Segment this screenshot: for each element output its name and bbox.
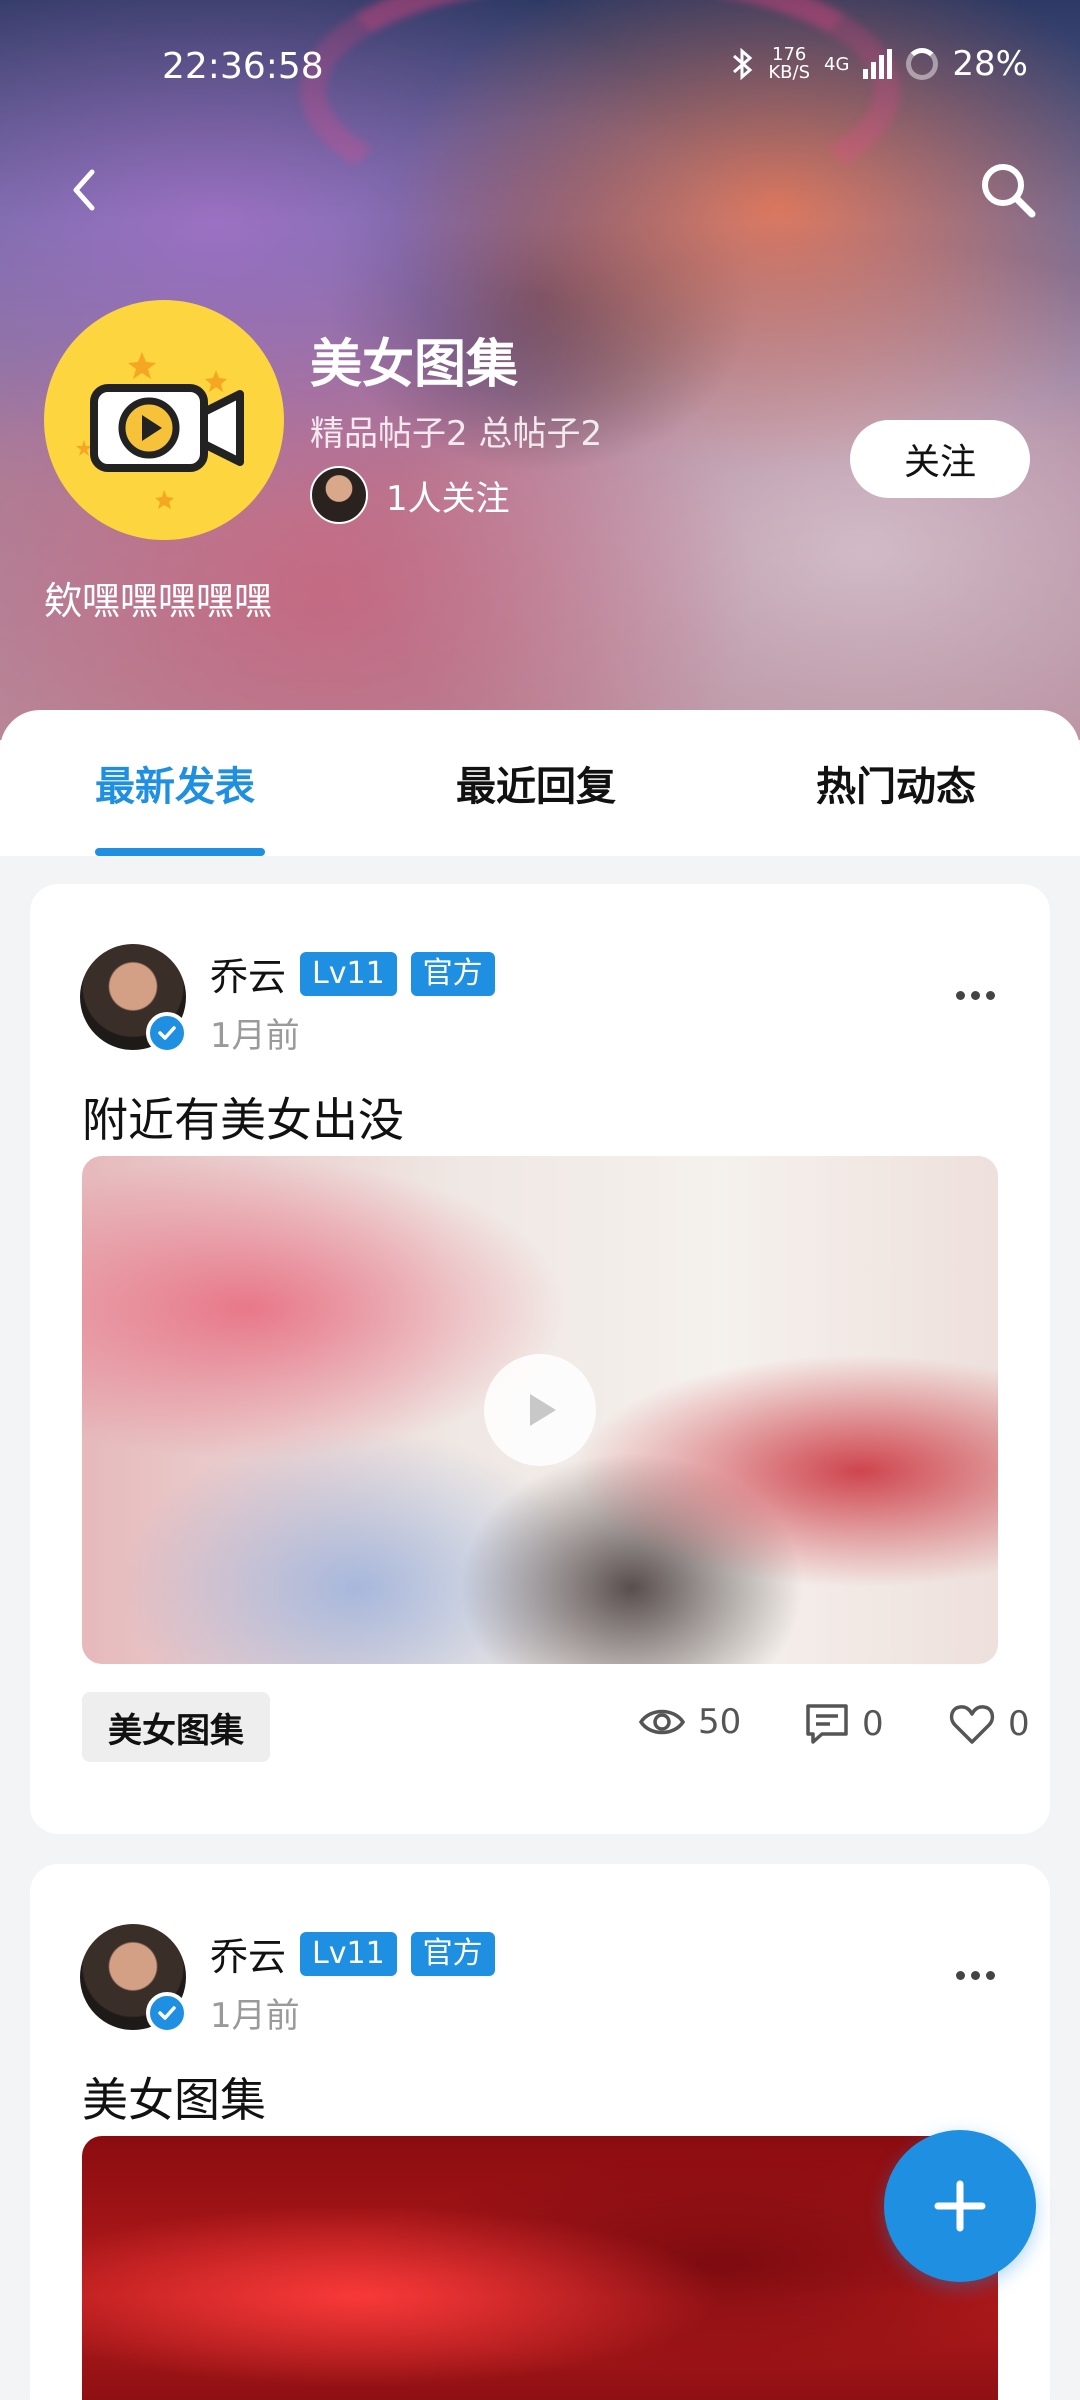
- status-bar: 22:36:58 176 KB/S 4G 28%: [0, 0, 1080, 120]
- more-dot-icon: [985, 1970, 995, 1980]
- post-video-thumbnail[interactable]: [82, 2136, 998, 2400]
- comment-count[interactable]: 0: [804, 1702, 884, 1746]
- more-dot-icon: [955, 1970, 965, 1980]
- like-count[interactable]: 0: [948, 1702, 1030, 1746]
- network-speed-unit: KB/S: [768, 62, 811, 83]
- like-count-value: 0: [1008, 1704, 1030, 1744]
- more-dot-icon: [970, 1970, 980, 1980]
- view-count-value: 50: [698, 1702, 742, 1742]
- tab-hot[interactable]: 热门动态: [816, 754, 976, 812]
- battery-ring-icon: [906, 48, 939, 80]
- play-button[interactable]: [484, 1354, 596, 1466]
- post-video-thumbnail[interactable]: [82, 1156, 998, 1664]
- post-title[interactable]: 附近有美女出没: [82, 1084, 404, 1150]
- follower-count: 1人关注: [386, 478, 510, 519]
- network-type: 4G: [824, 53, 850, 75]
- eye-icon: [638, 1709, 686, 1735]
- author-name[interactable]: 乔云: [210, 1926, 286, 1981]
- more-options-button[interactable]: [950, 980, 1000, 1010]
- post-card[interactable]: 乔云 Lv11 官方 1月前 美女图集: [30, 1864, 1050, 2400]
- more-dot-icon: [955, 990, 965, 1000]
- tab-latest[interactable]: 最新发表: [95, 754, 255, 812]
- level-badge: Lv11: [300, 1931, 397, 1976]
- channel-logo: [44, 300, 284, 540]
- post-card[interactable]: 乔云 Lv11 官方 1月前 附近有美女出没 美女图集 50 0 0: [30, 884, 1050, 1834]
- official-badge: 官方: [410, 951, 495, 996]
- comment-count-value: 0: [862, 1704, 884, 1744]
- channel-stats: 精品帖子2 总帖子2: [310, 414, 603, 454]
- video-camera-icon: [76, 352, 244, 509]
- post-time: 1月前: [210, 1996, 300, 2036]
- post-time: 1月前: [210, 1016, 300, 1056]
- more-dot-icon: [985, 990, 995, 1000]
- chevron-left-icon: [73, 169, 95, 211]
- level-badge: Lv11: [300, 951, 397, 996]
- channel-title: 美女图集: [310, 335, 519, 395]
- active-tab-indicator: [95, 848, 265, 856]
- status-time: 22:36:58: [162, 46, 324, 87]
- post-footer: 美女图集 50 0 0: [82, 1692, 1030, 1762]
- topic-tag[interactable]: 美女图集: [82, 1692, 270, 1762]
- search-button[interactable]: [976, 158, 1040, 222]
- signal-icon: [863, 49, 893, 79]
- tab-bar: 最新发表 最近回复 热门动态: [0, 710, 1080, 856]
- status-icons: 176 KB/S 4G 28%: [730, 44, 1028, 84]
- create-post-button[interactable]: [884, 2130, 1036, 2282]
- more-options-button[interactable]: [950, 1960, 1000, 1990]
- plus-icon: [934, 2180, 986, 2232]
- battery-percent: 28%: [952, 44, 1028, 84]
- follower-summary[interactable]: 1人关注: [310, 466, 510, 524]
- verified-badge-icon: [146, 1992, 188, 2034]
- follower-avatar: [310, 466, 368, 524]
- tab-recent-replies[interactable]: 最近回复: [456, 754, 616, 812]
- channel-owner-name[interactable]: 欸嘿嘿嘿嘿嘿: [44, 570, 272, 625]
- official-badge: 官方: [410, 1931, 495, 1976]
- comment-icon: [806, 1704, 848, 1744]
- post-title[interactable]: 美女图集: [82, 2064, 266, 2130]
- play-icon: [530, 1394, 556, 1426]
- back-button[interactable]: [60, 160, 110, 220]
- author-name[interactable]: 乔云: [210, 946, 286, 1001]
- more-dot-icon: [970, 990, 980, 1000]
- follow-button[interactable]: 关注: [850, 420, 1030, 498]
- network-speed: 176 KB/S: [768, 46, 810, 82]
- bluetooth-icon: [733, 47, 753, 81]
- verified-badge-icon: [146, 1012, 188, 1054]
- author-info: 乔云 Lv11 官方: [210, 946, 495, 1001]
- author-info: 乔云 Lv11 官方: [210, 1926, 495, 1981]
- search-icon: [982, 164, 1036, 218]
- view-count: 50: [638, 1702, 741, 1742]
- heart-icon: [949, 1705, 995, 1744]
